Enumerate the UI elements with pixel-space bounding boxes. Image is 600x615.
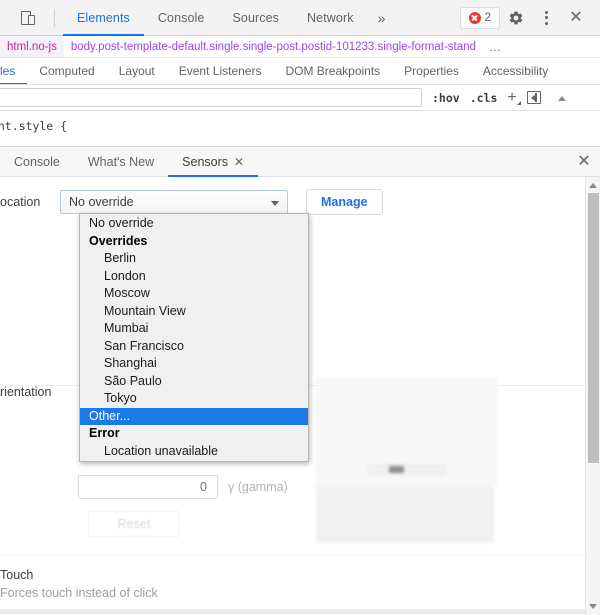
styles-rule-list: ment.style {: [0, 111, 600, 147]
dropdown-item-no-override[interactable]: No override: [80, 215, 308, 233]
main-tab-bar: Elements Console Sources Network »: [63, 0, 395, 36]
touch-subtitle: Forces touch instead of click: [0, 586, 158, 600]
main-toolbar: Elements Console Sources Network » 2 ✕: [0, 0, 600, 36]
breadcrumb-overflow[interactable]: …: [483, 40, 507, 54]
dropdown-item-moscow[interactable]: Moscow: [80, 285, 308, 303]
tab-elements[interactable]: Elements: [63, 0, 144, 36]
drawer-close-icon: ✕: [577, 153, 591, 170]
scrollbar-up-arrow-icon[interactable]: [588, 180, 599, 191]
drawer-tab-console-label: Console: [14, 155, 60, 169]
styles-filter-tools: :hov .cls +: [432, 89, 567, 106]
error-count-badge[interactable]: 2: [459, 6, 500, 29]
tab-styles[interactable]: yles: [0, 58, 27, 84]
tab-sources[interactable]: Sources: [218, 0, 293, 36]
tab-properties[interactable]: Properties: [392, 58, 471, 84]
breadcrumb: html.no-js body.post-template-default.si…: [0, 36, 600, 58]
device-toolbar-button[interactable]: [14, 4, 44, 32]
drawer-tab-sensors[interactable]: Sensors ✕: [168, 147, 258, 177]
drawer-tab-whats-new[interactable]: What's New: [74, 147, 168, 177]
drawer-tab-sensors-label: Sensors: [182, 155, 229, 169]
element-style-selector[interactable]: ment.style {: [0, 119, 600, 133]
gamma-unit-label: γ (gamma): [228, 480, 288, 494]
sensors-vertical-scrollbar[interactable]: [585, 177, 600, 615]
device-toolbar-icon: [21, 10, 37, 26]
dropdown-item-mountain-view[interactable]: Mountain View: [80, 303, 308, 321]
orientation-device-nub: [389, 466, 404, 473]
orientation-label: rientation: [0, 385, 52, 399]
new-style-rule-button[interactable]: +: [507, 89, 522, 106]
dropdown-item-other[interactable]: Other...: [80, 407, 308, 425]
cls-toggle-button[interactable]: .cls: [470, 91, 498, 105]
main-menu-button[interactable]: [532, 4, 560, 32]
tab-computed[interactable]: Computed: [27, 58, 106, 84]
toolbar-divider: [54, 8, 55, 27]
gamma-input[interactable]: 0: [78, 475, 218, 499]
tab-event-listeners[interactable]: Event Listeners: [167, 58, 274, 84]
drawer-close-button[interactable]: ✕: [568, 147, 600, 177]
breadcrumb-item-body[interactable]: body.post-template-default.single.single…: [64, 36, 483, 57]
devtools-window: Elements Console Sources Network » 2 ✕ h…: [0, 0, 600, 615]
toolbar-right-actions: 2 ✕: [459, 4, 600, 32]
close-icon: ✕: [569, 8, 583, 26]
more-tabs-button[interactable]: »: [368, 0, 396, 36]
orientation-visualization[interactable]: [316, 377, 498, 547]
touch-title: Touch: [0, 568, 34, 582]
manage-locations-button[interactable]: Manage: [306, 189, 383, 215]
dropdown-item-san-francisco[interactable]: San Francisco: [80, 338, 308, 356]
dropdown-group-error: Error: [89, 426, 120, 440]
tab-dom-breakpoints[interactable]: DOM Breakpoints: [273, 58, 392, 84]
tab-accessibility[interactable]: Accessibility: [471, 58, 560, 84]
sidebar-toggle-icon[interactable]: [526, 91, 541, 104]
location-select[interactable]: No override: [60, 190, 288, 214]
location-label: ocation: [0, 195, 41, 209]
breadcrumb-item-html[interactable]: html.no-js: [0, 36, 64, 57]
tab-network[interactable]: Network: [293, 0, 368, 36]
orientation-box-bottom: [316, 487, 494, 543]
drawer-tab-whats-new-label: What's New: [87, 155, 155, 169]
gamma-row: 0 γ (gamma): [78, 475, 288, 499]
tab-console[interactable]: Console: [144, 0, 219, 36]
gear-icon: [509, 11, 523, 24]
location-dropdown-menu[interactable]: No override Overrides Berlin London Mosc…: [79, 213, 309, 462]
tab-layout[interactable]: Layout: [107, 58, 167, 84]
drawer-tab-bar: Console What's New Sensors ✕ ✕: [0, 147, 600, 177]
drawer-tab-console[interactable]: Console: [0, 147, 74, 177]
styles-scroll-up-arrow[interactable]: [557, 93, 567, 103]
dropdown-item-location-unavailable[interactable]: Location unavailable: [80, 443, 308, 461]
orientation-device-bar: [368, 465, 446, 474]
touch-section: Touch Forces touch instead of click: [0, 555, 600, 600]
error-count-label: 2: [484, 11, 491, 24]
scrollbar-thumb[interactable]: [588, 193, 599, 463]
location-select-value: No override: [69, 195, 134, 209]
dropdown-item-mumbai[interactable]: Mumbai: [80, 320, 308, 338]
dropdown-item-berlin[interactable]: Berlin: [80, 250, 308, 268]
error-icon: [468, 11, 481, 24]
styles-filter-input[interactable]: er: [0, 88, 422, 107]
close-devtools-button[interactable]: ✕: [562, 4, 590, 32]
location-row: ocation No override Manage: [0, 177, 600, 215]
chevron-down-icon: [271, 201, 279, 206]
hov-toggle-button[interactable]: :hov: [432, 91, 460, 105]
dropdown-item-shanghai[interactable]: Shanghai: [80, 355, 308, 373]
dropdown-item-tokyo[interactable]: Tokyo: [80, 390, 308, 408]
dropdown-item-sao-paulo[interactable]: São Paulo: [80, 373, 308, 391]
dropdown-group-overrides: Overrides: [89, 233, 148, 248]
kebab-menu-icon: [544, 10, 548, 25]
settings-button[interactable]: [502, 4, 530, 32]
touch-select-underline: [0, 609, 600, 614]
dropdown-item-london[interactable]: London: [80, 268, 308, 286]
styles-filter-bar: er :hov .cls +: [0, 85, 600, 111]
scrollbar-down-arrow-icon[interactable]: [588, 601, 599, 612]
drawer-tab-close-icon[interactable]: ✕: [234, 156, 244, 168]
orientation-reset-button[interactable]: Reset: [88, 511, 180, 537]
styles-pane-tab-bar: yles Computed Layout Event Listeners DOM…: [0, 58, 600, 85]
